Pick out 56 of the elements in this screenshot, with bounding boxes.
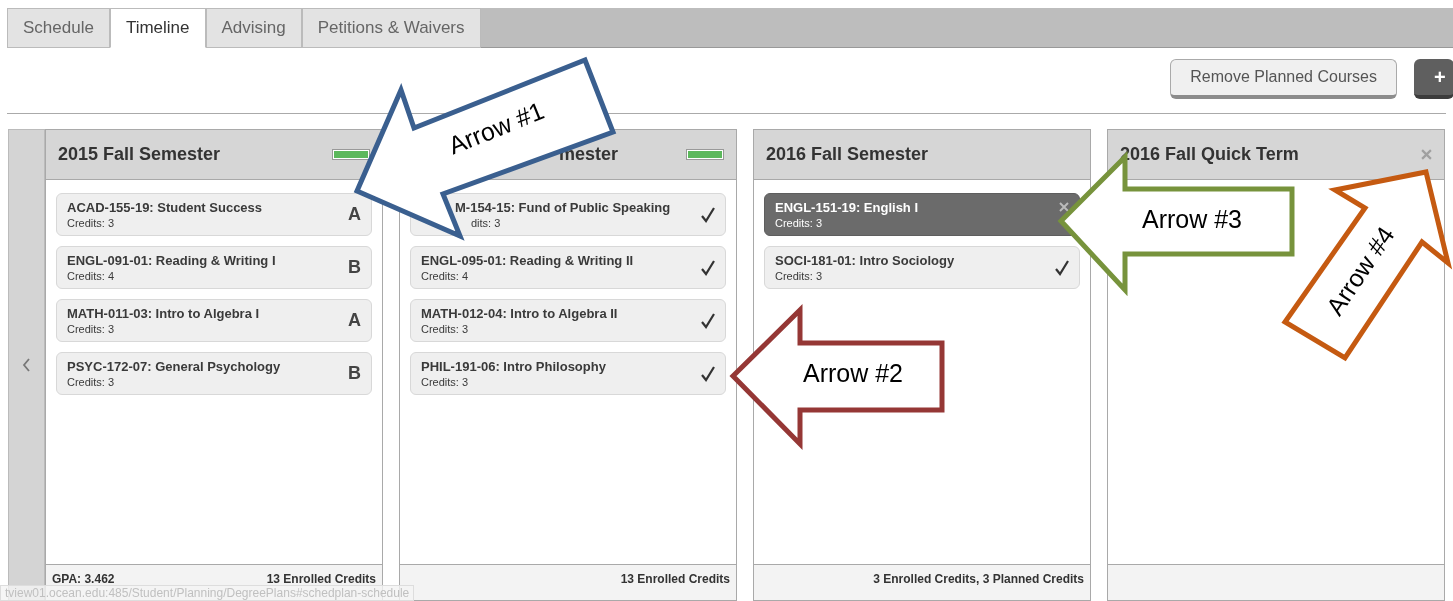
course-credits: Credits: 3 xyxy=(421,375,470,389)
course-grade: A xyxy=(348,309,361,332)
course-credits: Credits: 3 xyxy=(775,216,824,230)
chevron-left-icon xyxy=(22,358,31,372)
arrow-label: Arrow #1 xyxy=(444,96,548,160)
credits-summary: 13 Enrolled Credits xyxy=(266,571,376,588)
remove-planned-button[interactable]: Remove Planned Courses xyxy=(1170,58,1397,99)
course-grade: A xyxy=(348,203,361,226)
course-credits: dits: 3 xyxy=(470,216,502,230)
tab[interactable]: Schedule xyxy=(7,8,110,48)
arrow-label: Arrow #3 xyxy=(1142,204,1242,233)
check-icon xyxy=(701,259,715,276)
course-title: ENGL-151-19: English I xyxy=(775,199,919,216)
close-icon[interactable] xyxy=(1421,149,1432,160)
term-title: 2016 Fall Semester xyxy=(766,143,929,166)
course-card[interactable]: ENGL-151-19: English I Credits: 3 xyxy=(764,193,1080,236)
course-credits: Credits: 3 xyxy=(67,322,116,336)
course-title: SOCI-181-01: Intro Sociology xyxy=(775,252,955,269)
course-credits: Credits: 3 xyxy=(67,375,116,389)
tab[interactable]: Petitions & Waivers xyxy=(301,8,481,48)
credits-summary: 3 Enrolled Credits, 3 Planned Credits xyxy=(873,571,1084,588)
course-credits: Credits: 3 xyxy=(421,322,470,336)
course-credits: Credits: 3 xyxy=(775,269,824,283)
credits-summary: 13 Enrolled Credits xyxy=(620,571,730,588)
course-title: PHIL-191-06: Intro Philosophy xyxy=(421,358,606,375)
course-title: M-154-15: Fund of Public Speaking xyxy=(455,199,671,216)
add-button[interactable]: + xyxy=(1414,58,1453,99)
check-icon xyxy=(701,312,715,329)
course-card[interactable]: MATH-011-03: Intro to Algebra I Credits: 3 A xyxy=(56,299,372,342)
check-icon xyxy=(701,365,715,382)
course-card[interactable]: ACAD-155-19: Student Success Credits: 3 A xyxy=(56,193,372,236)
course-card[interactable]: ENGL-095-01: Reading & Writing II Credits: 4 xyxy=(410,246,726,289)
course-title: ACAD-155-19: Student Success xyxy=(67,199,263,216)
arrow-label: Arrow #2 xyxy=(803,358,903,387)
course-title: PSYC-172-07: General Psychology xyxy=(67,358,281,375)
course-card[interactable]: PSYC-172-07: General Psychology Credits: 3 B xyxy=(56,352,372,395)
tab[interactable]: Advising xyxy=(205,8,302,48)
check-icon xyxy=(701,206,715,223)
check-icon xyxy=(1055,259,1069,276)
course-title: ENGL-095-01: Reading & Writing II xyxy=(421,252,634,269)
course-title: MATH-011-03: Intro to Algebra I xyxy=(67,305,260,322)
tab[interactable]: Timeline xyxy=(109,8,206,48)
course-grade: B xyxy=(348,362,361,385)
course-title: MATH-012-04: Intro to Algebra II xyxy=(421,305,618,322)
close-icon[interactable] xyxy=(1059,202,1069,212)
course-grade: B xyxy=(348,256,361,279)
course-title: ENGL-091-01: Reading & Writing I xyxy=(67,252,276,269)
course-credits: Credits: 3 xyxy=(67,216,116,230)
course-credits: Credits: 4 xyxy=(421,269,470,283)
course-card[interactable]: SOCI-181-01: Intro Sociology Credits: 3 xyxy=(764,246,1080,289)
course-card[interactable]: ENGL-091-01: Reading & Writing I Credits: 4 B xyxy=(56,246,372,289)
course-card[interactable]: PHIL-191-06: Intro Philosophy Credits: 3 xyxy=(410,352,726,395)
course-credits: Credits: 4 xyxy=(67,269,116,283)
gpa-text: GPA: 3.462 xyxy=(52,571,115,588)
course-card[interactable]: MATH-012-04: Intro to Algebra II Credits: 3 xyxy=(410,299,726,342)
term-title: 2015 Fall Semester xyxy=(58,143,221,166)
